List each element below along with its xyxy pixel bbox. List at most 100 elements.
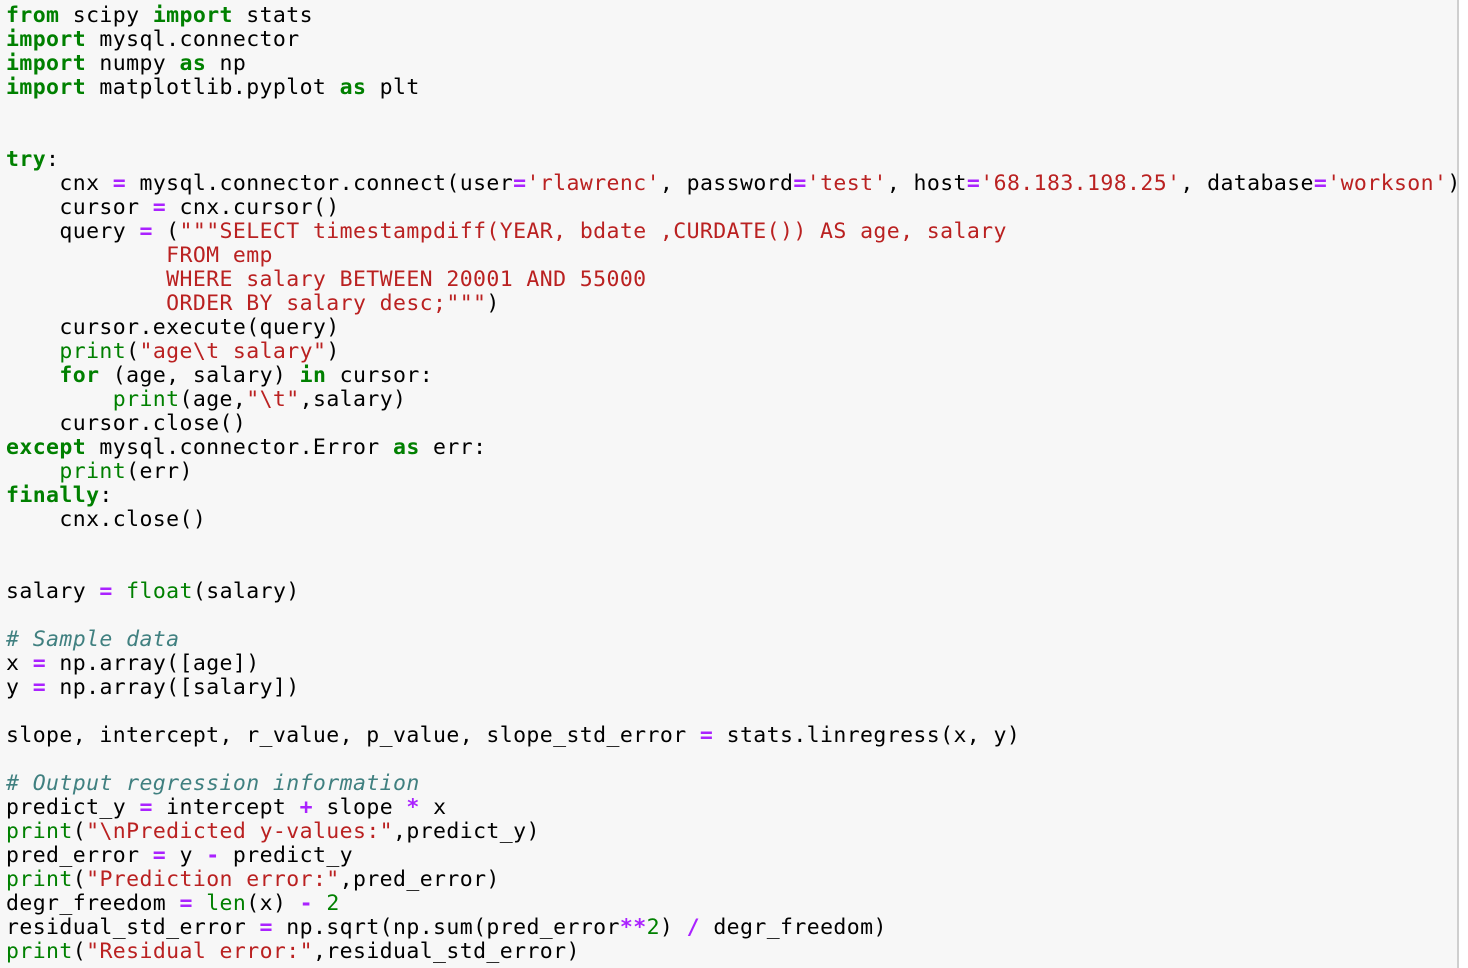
code-text: np.array([salary]) [46,675,300,700]
operator-token: = [1313,171,1328,196]
code-text: degr_freedom) [699,915,887,940]
code-text: cnx.close() [6,507,207,532]
operator-token: = [112,171,127,196]
code-line: salary = float(salary) [6,580,1457,604]
code-text: ( [72,819,87,844]
keyword-token: import [6,27,87,52]
operator-token: = [99,579,113,604]
code-line: print("age\t salary") [6,340,1457,364]
code-text: salary [6,579,100,604]
code-text: predict_y [219,843,354,868]
code-line: ORDER BY salary desc;""") [6,292,1457,316]
code-line: finally: [6,484,1457,508]
code-text: ( [72,939,87,964]
keyword-token: import [6,75,87,100]
code-line: print("\nPredicted y-values:",predict_y) [6,820,1457,844]
code-text: cursor [6,195,153,220]
code-text: query [6,219,140,244]
code-text: cnx.cursor() [166,195,340,220]
builtin-token: float [126,579,193,604]
string-token: "\nPredicted y-values:" [86,819,394,844]
string-token: """SELECT timestampdiff(YEAR, bdate ,CUR… [179,219,1007,244]
string-token: 'workson' [1327,171,1448,196]
code-line: FROM emp [6,244,1457,268]
code-line: pred_error = y - predict_y [6,844,1457,868]
code-text: pred_error [6,843,153,868]
code-line: cnx.close() [6,508,1457,532]
code-text: cursor: [326,363,434,388]
code-text: (age, [179,387,247,412]
builtin-token: print [6,939,73,964]
code-line: slope, intercept, r_value, p_value, slop… [6,724,1457,748]
code-text: x [6,651,33,676]
code-line: print("Residual error:",residual_std_err… [6,940,1457,964]
builtin-token: print [59,459,127,484]
keyword-token: for [59,363,100,388]
operator-token: - [206,843,220,868]
builtin-token: print [6,867,73,892]
code-editor-cell[interactable]: from scipy import stats import mysql.conn… [0,0,1459,968]
builtin-token: print [112,387,180,412]
string-token: "age\t salary" [139,339,327,364]
string-token: "Residual error:" [86,939,313,964]
code-text: predict_y [6,795,140,820]
operator-token: = [966,171,981,196]
code-text: y [6,675,33,700]
string-token: 'rlawrenc' [526,171,660,196]
operator-token: + [299,795,313,820]
keyword-token: finally [6,483,100,508]
keyword-token: in [299,363,327,388]
comment-token: # Sample data [6,627,180,652]
keyword-token: as [393,435,420,460]
code-line: cursor = cnx.cursor() [6,196,1457,220]
code-line: cursor.execute(query) [6,316,1457,340]
code-text: intercept [152,795,300,820]
code-text: np [206,51,247,76]
code-line: import matplotlib.pyplot as plt [6,76,1457,100]
code-line: y = np.array([salary]) [6,676,1457,700]
code-text: ) [486,291,500,316]
code-text: (x) [246,891,300,916]
code-line: cursor.close() [6,412,1457,436]
code-text: stats.linregress(x, y) [713,723,1021,748]
operator-token: = [32,651,47,676]
builtin-token: print [6,819,73,844]
code-line: import numpy as np [6,52,1457,76]
builtin-token: len [206,891,247,916]
operator-token: = [259,915,273,940]
operator-token: = [513,171,527,196]
code-line: WHERE salary BETWEEN 20001 AND 55000 [6,268,1457,292]
code-line: residual_std_error = np.sqrt(np.sum(pred… [6,916,1457,940]
operator-token: ** [619,915,647,940]
code-text: cnx [6,171,113,196]
code-line: # Sample data [6,628,1457,652]
builtin-token: print [59,339,127,364]
operator-token: - [299,891,313,916]
keyword-token: import [152,3,233,28]
code-line: x = np.array([age]) [6,652,1457,676]
operator-token: = [139,795,153,820]
operator-token: = [179,891,193,916]
code-line: cnx = mysql.connector.connect(user='rlaw… [6,172,1457,196]
code-text: ( [72,867,87,892]
string-token: 'test' [806,171,887,196]
code-block[interactable]: from scipy import stats import mysql.conn… [0,0,1457,964]
string-token: "Prediction error:" [86,867,340,892]
operator-token: = [793,171,807,196]
operator-token: = [699,723,714,748]
code-text: ,pred_error) [339,867,500,892]
string-token: FROM emp [6,243,273,268]
code-text: : [99,483,113,508]
string-token: "\t" [246,387,300,412]
keyword-token: try [6,147,47,172]
comment-token: # Output regression information [6,771,420,796]
code-text: ,salary) [299,387,407,412]
operator-token: * [406,795,420,820]
code-line: try: [6,148,1457,172]
keyword-token: as [339,75,367,100]
